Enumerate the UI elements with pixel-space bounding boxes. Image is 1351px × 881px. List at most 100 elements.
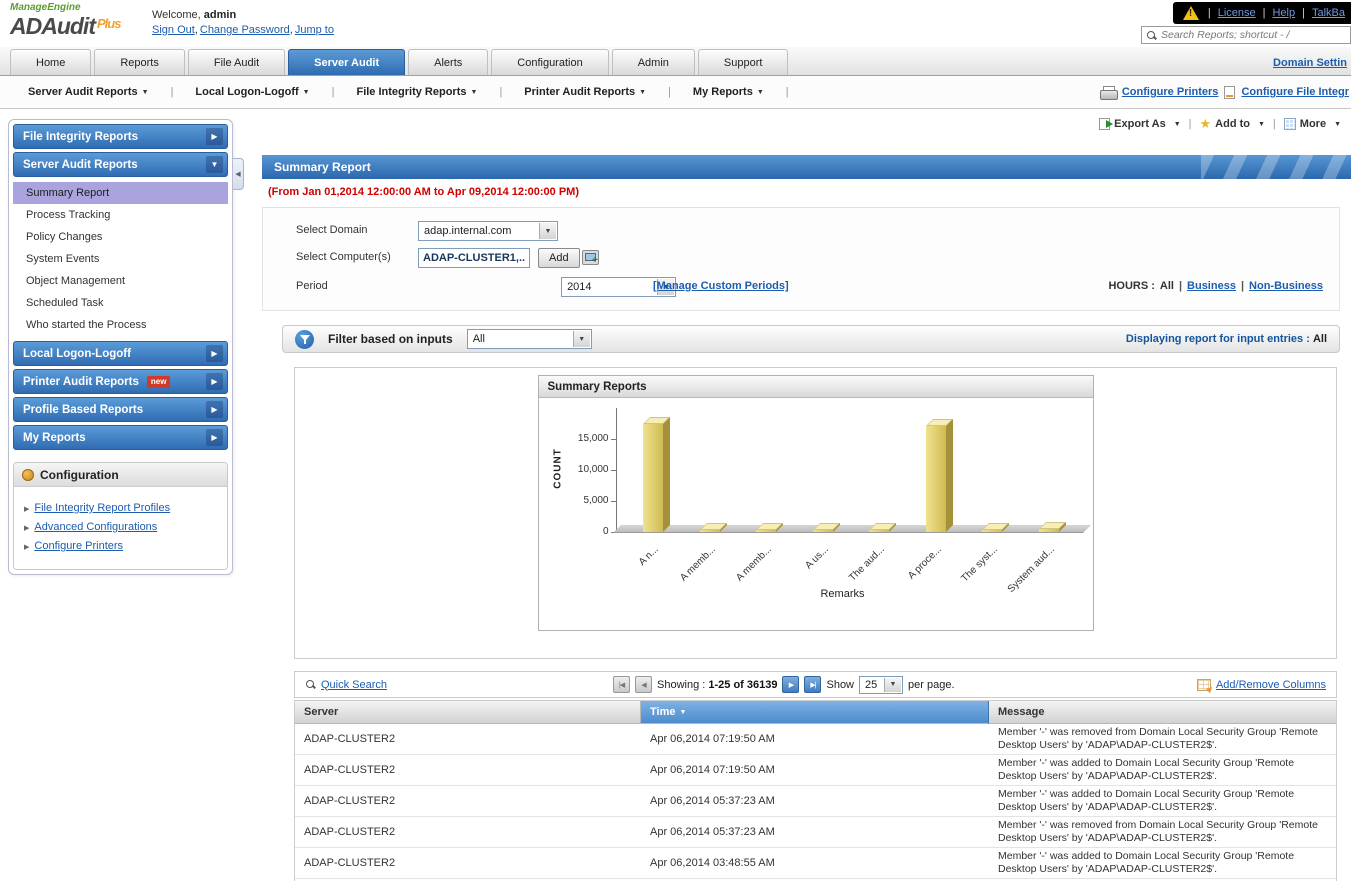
domain-settings-link[interactable]: Domain Settin — [1273, 57, 1347, 69]
export-as-button[interactable]: Export As — [1099, 118, 1180, 130]
sidebar-section-file-integrity-reports[interactable]: File Integrity Reports — [13, 124, 228, 149]
hours-all[interactable]: All — [1160, 280, 1174, 292]
first-page-button[interactable]: |◀ — [613, 676, 630, 693]
warning-icon[interactable] — [1183, 6, 1199, 20]
adaudit-logo: ManageEngine ADAuditPlus — [10, 2, 150, 37]
sidebar-section-server-audit-reports[interactable]: Server Audit Reports — [13, 152, 228, 177]
sign-out-link[interactable]: Sign Out — [152, 24, 200, 36]
add-remove-columns-link[interactable]: Add/Remove Columns — [1216, 679, 1326, 691]
chart-bar-the-syst[interactable] — [982, 530, 1002, 532]
chart-bar-a-n[interactable] — [643, 424, 663, 532]
hours-non-business-link[interactable]: Non-Business — [1249, 280, 1323, 292]
sidebar-item-policy-changes[interactable]: Policy Changes — [13, 226, 228, 248]
config-link-configure-printers[interactable]: Configure Printers — [34, 540, 123, 552]
help-link[interactable]: Help — [1272, 7, 1295, 19]
column-header-time[interactable]: Time — [641, 701, 989, 724]
chart-bar-a-memb[interactable] — [700, 530, 720, 532]
chevron-down-icon[interactable] — [206, 156, 223, 173]
sidebar-item-who-started-the-process[interactable]: Who started the Process — [13, 314, 228, 336]
sidebar-section-local-logon-logoff[interactable]: Local Logon-Logoff — [13, 341, 228, 366]
separator: | — [668, 86, 671, 98]
config-link-advanced-configurations[interactable]: Advanced Configurations — [34, 521, 157, 533]
sidebar-item-summary-report[interactable]: Summary Report — [13, 182, 228, 204]
tab-alerts[interactable]: Alerts — [408, 49, 488, 75]
username: admin — [204, 9, 236, 21]
cell-time: Apr 06,2014 07:19:50 AM — [641, 755, 989, 785]
table-row[interactable]: ADAP-CLUSTER2Apr 06,2014 05:37:23 AMMemb… — [295, 817, 1336, 848]
add-to-button[interactable]: Add to — [1200, 118, 1265, 130]
main-content: Export As | Add to | More Summary Report… — [250, 109, 1351, 881]
menu-server-audit-reports[interactable]: Server Audit Reports — [28, 86, 149, 98]
sidebar-item-object-management[interactable]: Object Management — [13, 270, 228, 292]
separator: | — [1273, 118, 1276, 130]
config-link-row: Advanced Configurations — [24, 521, 217, 533]
chevron-right-icon[interactable] — [206, 401, 223, 418]
table-row[interactable]: ADAP-CLUSTER2Apr 06,2014 07:19:50 AMMemb… — [295, 755, 1336, 786]
tab-admin[interactable]: Admin — [612, 49, 695, 75]
filter-status-value: All — [1313, 333, 1327, 345]
tab-file-audit[interactable]: File Audit — [188, 49, 285, 75]
chevron-right-icon[interactable] — [206, 345, 223, 362]
sidebar-item-scheduled-task[interactable]: Scheduled Task — [13, 292, 228, 314]
menu-my-reports[interactable]: My Reports — [693, 86, 764, 98]
table-row[interactable]: ADAP-CLUSTER2Apr 06,2014 05:37:23 AMMemb… — [295, 786, 1336, 817]
sidebar-section-printer-audit-reports[interactable]: Printer Audit Reportsnew — [13, 369, 228, 394]
menu-file-integrity-reports[interactable]: File Integrity Reports — [356, 86, 477, 98]
tab-reports[interactable]: Reports — [94, 49, 185, 75]
search-input[interactable] — [1161, 29, 1346, 41]
cell-time: Apr 06,2014 05:37:23 AM — [641, 786, 989, 816]
talkback-link[interactable]: TalkBa — [1312, 7, 1345, 19]
triangle-bullet-icon — [24, 521, 29, 533]
license-link[interactable]: License — [1218, 7, 1256, 19]
sidebar-section-my-reports[interactable]: My Reports — [13, 425, 228, 450]
sidebar-section-label: Local Logon-Logoff — [23, 348, 131, 360]
change-password-link[interactable]: Change Password — [200, 24, 295, 36]
chart-bar-a-memb[interactable] — [756, 530, 776, 532]
sidebar-item-system-events[interactable]: System Events — [13, 248, 228, 270]
configure-file-integrity-link[interactable]: Configure File Integr — [1241, 86, 1349, 98]
cell-time: Apr 06,2014 05:37:23 AM — [641, 817, 989, 847]
plus-label: Plus — [97, 16, 120, 31]
tab-configuration[interactable]: Configuration — [491, 49, 608, 75]
prev-page-button[interactable]: ◀ — [635, 676, 652, 693]
tab-server-audit[interactable]: Server Audit — [288, 49, 405, 75]
menu-local-logon-logoff[interactable]: Local Logon-Logoff — [195, 86, 309, 98]
quick-search-link[interactable]: Quick Search — [321, 679, 387, 691]
configure-printers-link[interactable]: Configure Printers — [1122, 86, 1219, 98]
add-computer-button[interactable]: Add — [538, 248, 580, 268]
tab-home[interactable]: Home — [10, 49, 91, 75]
config-link-file-integrity-report-profiles[interactable]: File Integrity Report Profiles — [34, 502, 170, 514]
cell-server: ADAP-CLUSTER2 — [295, 848, 641, 878]
hours-business-link[interactable]: Business — [1187, 280, 1236, 292]
domain-select[interactable]: adap.internal.com — [418, 221, 558, 241]
chevron-right-icon[interactable] — [206, 429, 223, 446]
computers-input[interactable] — [418, 248, 530, 268]
chevron-right-icon[interactable] — [206, 128, 223, 145]
next-page-button[interactable]: ▶ — [782, 676, 799, 693]
tab-support[interactable]: Support — [698, 49, 789, 75]
filter-label: Filter based on inputs — [328, 332, 453, 346]
column-header-message[interactable]: Message — [989, 701, 1336, 724]
configuration-header: Configuration — [14, 463, 227, 487]
last-page-button[interactable]: ▶| — [804, 676, 821, 693]
configuration-panel: Configuration File Integrity Report Profi… — [13, 462, 228, 570]
hours-filter: HOURS : All | Business | Non-Business — [1108, 280, 1323, 292]
manage-custom-periods-link[interactable]: [Manage Custom Periods] — [653, 280, 789, 292]
chart-bar-the-aud[interactable] — [869, 530, 889, 532]
chart-bar-a-proce[interactable] — [926, 426, 946, 532]
column-header-server[interactable]: Server — [295, 701, 641, 724]
chevron-right-icon[interactable] — [206, 373, 223, 390]
sidebar-collapse-handle[interactable] — [233, 158, 244, 190]
chart-bar-a-us[interactable] — [813, 530, 833, 532]
select-computer-icon-button[interactable] — [582, 250, 599, 265]
sidebar-item-process-tracking[interactable]: Process Tracking — [13, 204, 228, 226]
page-size-select[interactable]: 25 — [859, 676, 903, 694]
filter-select[interactable]: All — [467, 329, 592, 349]
table-row[interactable]: ADAP-CLUSTER2Apr 06,2014 07:19:50 AMMemb… — [295, 724, 1336, 755]
chart-bar-system-aud[interactable] — [1039, 529, 1059, 532]
jump-to-link[interactable]: Jump to — [295, 24, 334, 36]
table-row[interactable]: ADAP-CLUSTER2Apr 06,2014 03:48:55 AMMemb… — [295, 848, 1336, 879]
sidebar-section-profile-based-reports[interactable]: Profile Based Reports — [13, 397, 228, 422]
menu-printer-audit-reports[interactable]: Printer Audit Reports — [524, 86, 646, 98]
more-button[interactable]: More — [1284, 118, 1341, 130]
